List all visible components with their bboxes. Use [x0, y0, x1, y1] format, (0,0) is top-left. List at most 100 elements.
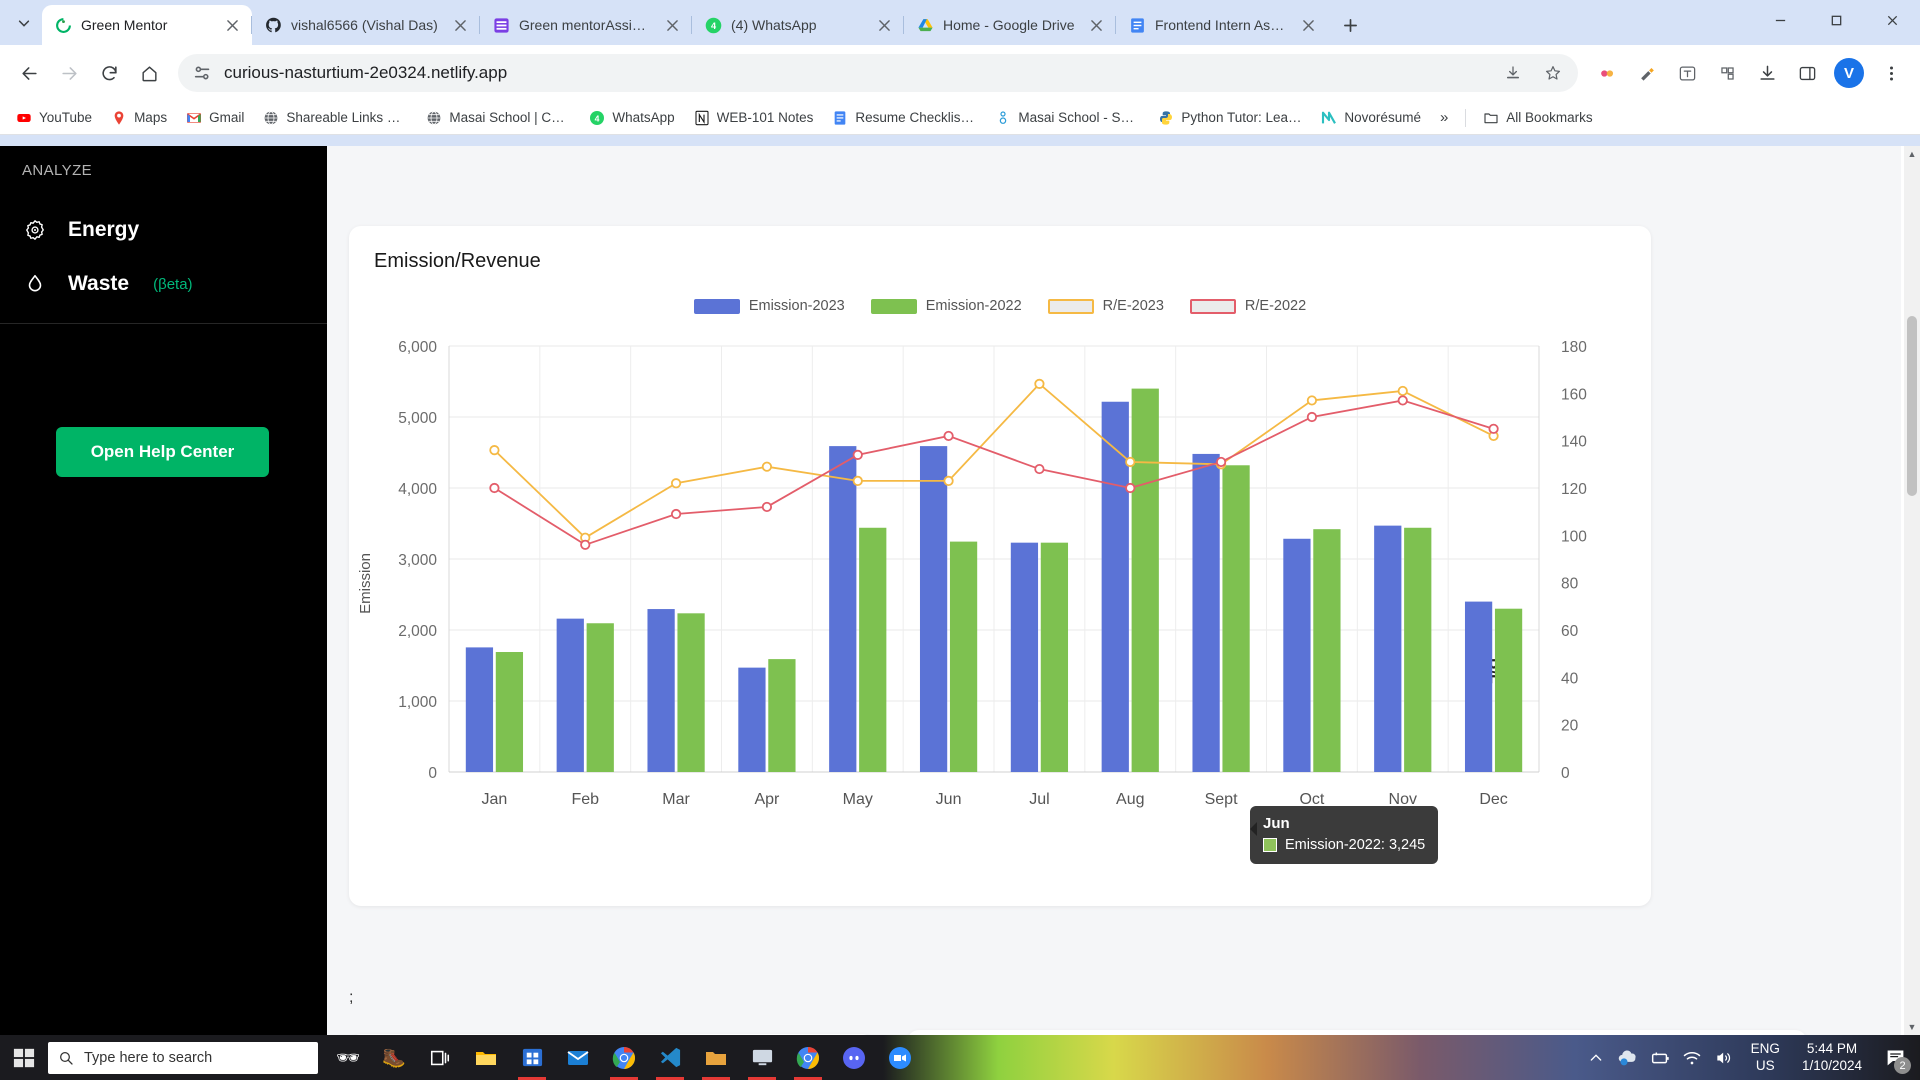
home-button[interactable] [130, 54, 168, 92]
profile-avatar[interactable]: V [1834, 58, 1864, 88]
install-app-icon[interactable] [1498, 58, 1528, 88]
taskbar-search-input[interactable]: Type here to search [48, 1042, 318, 1074]
tab-github[interactable]: vishal6566 (Vishal Das) [252, 5, 480, 45]
all-bookmarks-button[interactable]: All Bookmarks [1475, 106, 1600, 130]
taskbar-clock[interactable]: 5:44 PM 1/10/2024 [1796, 1041, 1868, 1075]
tab-search-dropdown[interactable] [6, 5, 42, 41]
bookmarks-overflow-button[interactable]: » [1432, 105, 1456, 130]
bookmark-shareable-links[interactable]: Shareable Links & I... [255, 106, 415, 130]
bookmark-youtube[interactable]: YouTube [8, 106, 100, 130]
taskbar-folder[interactable] [694, 1035, 738, 1080]
sidebar-item-energy[interactable]: Energy [0, 203, 327, 257]
reload-button[interactable] [90, 54, 128, 92]
text-tool-icon[interactable] [1668, 54, 1706, 92]
start-button[interactable] [0, 1035, 48, 1080]
open-help-center-button[interactable]: Open Help Center [56, 427, 269, 477]
back-button[interactable] [10, 54, 48, 92]
taskbar-language[interactable]: ENG US [1745, 1041, 1786, 1075]
bookmark-masai-school-spring[interactable]: Masai School - Spri... [987, 106, 1147, 130]
taskbar-zoom[interactable] [878, 1035, 922, 1080]
tab-close-icon[interactable] [874, 15, 894, 35]
svg-text:20: 20 [1561, 718, 1579, 735]
legend-item-emission-2022[interactable]: Emission-2022 [871, 298, 1022, 314]
legend-item-re-2022[interactable]: R/E-2022 [1190, 298, 1306, 314]
taskbar-emoji-boot[interactable]: 🥾 [372, 1035, 416, 1080]
tab-whatsapp[interactable]: 4 (4) WhatsApp [692, 5, 904, 45]
downloads-icon[interactable] [1748, 54, 1786, 92]
tooltip-swatch [1263, 838, 1277, 852]
scrollbar-thumb[interactable] [1907, 316, 1917, 496]
green-mentor-logo-icon [55, 17, 72, 34]
close-window-button[interactable] [1864, 0, 1920, 40]
notification-center-button[interactable]: 2 [1878, 1035, 1912, 1080]
bookmark-web101-notes[interactable]: WEB-101 Notes [686, 106, 822, 130]
tab-green-mentor[interactable]: Green Mentor [42, 5, 252, 45]
extensions-icon[interactable] [1708, 54, 1746, 92]
new-tab-button[interactable] [1334, 9, 1366, 41]
tray-expand-icon[interactable] [1585, 1047, 1607, 1069]
wifi-icon[interactable] [1681, 1047, 1703, 1069]
highlighter-icon[interactable] [1628, 54, 1666, 92]
maximize-button[interactable] [1808, 0, 1864, 40]
forward-button[interactable] [50, 54, 88, 92]
bookmark-python-tutor[interactable]: Python Tutor: Learn... [1150, 106, 1310, 130]
svg-text:Aug: Aug [1116, 791, 1144, 808]
bookmark-label: Masai School - Spri... [1018, 110, 1139, 125]
minimize-button[interactable] [1752, 0, 1808, 40]
bookmark-label: WEB-101 Notes [717, 110, 814, 125]
bookmark-whatsapp[interactable]: 4 WhatsApp [581, 106, 682, 130]
tab-close-icon[interactable] [222, 15, 242, 35]
scroll-down-arrow[interactable]: ▼ [1904, 1019, 1920, 1035]
taskbar-emoji-sunglasses[interactable]: 🕶 [326, 1035, 370, 1080]
taskbar-microsoft-store[interactable] [510, 1035, 554, 1080]
all-bookmarks-label: All Bookmarks [1506, 110, 1592, 125]
page-scrollbar[interactable]: ▲ ▼ [1904, 146, 1920, 1035]
bookmark-label: Maps [134, 110, 167, 125]
taskbar-vscode[interactable] [648, 1035, 692, 1080]
chart-legend: Emission-2023 Emission-2022 R/E-2023 R/E… [349, 298, 1651, 314]
system-tray: ENG US 5:44 PM 1/10/2024 2 [1585, 1035, 1920, 1080]
chrome-icon-2 [795, 1045, 821, 1071]
taskbar-task-view[interactable] [418, 1035, 462, 1080]
tab-green-mentor-assignment[interactable]: Green mentorAssignment [480, 5, 692, 45]
masai-icon [995, 110, 1011, 126]
taskbar-chrome-2[interactable] [786, 1035, 830, 1080]
taskbar-file-explorer[interactable] [464, 1035, 508, 1080]
site-settings-icon[interactable] [192, 62, 214, 84]
chrome-menu-icon[interactable] [1872, 54, 1910, 92]
volume-icon[interactable] [1713, 1047, 1735, 1069]
tab-close-icon[interactable] [1298, 15, 1318, 35]
bookmark-masai-school-courses[interactable]: Masai School | Cour... [418, 106, 578, 130]
svg-text:4: 4 [595, 113, 600, 123]
svg-text:100: 100 [1561, 528, 1587, 545]
bookmark-novoresume[interactable]: Novorésumé [1313, 106, 1429, 130]
tab-close-icon[interactable] [450, 15, 470, 35]
clock-date: 1/10/2024 [1802, 1058, 1862, 1075]
taskbar-display[interactable] [740, 1035, 784, 1080]
tab-frontend-intern-assignment[interactable]: Frontend Intern Assignmen [1116, 5, 1328, 45]
chart-title: Emission/Revenue [349, 226, 1651, 273]
taskbar-discord[interactable] [832, 1035, 876, 1080]
taskbar-chrome[interactable] [602, 1035, 646, 1080]
bookmark-maps[interactable]: Maps [103, 106, 175, 130]
scroll-up-arrow[interactable]: ▲ [1904, 146, 1920, 162]
sidebar-item-waste[interactable]: Waste (βeta) [0, 257, 327, 311]
legend-item-re-2023[interactable]: R/E-2023 [1048, 298, 1164, 314]
bookmark-resume-checklist[interactable]: Resume Checklist -... [824, 106, 984, 130]
app-sidebar: ANALYZE Energy Waste (βeta) Open Help Ce… [0, 146, 327, 1035]
taskbar-mail[interactable] [556, 1035, 600, 1080]
bookmark-gmail[interactable]: Gmail [178, 106, 252, 130]
tab-close-icon[interactable] [662, 15, 682, 35]
address-bar[interactable]: curious-nasturtium-2e0324.netlify.app [178, 54, 1578, 92]
tab-close-icon[interactable] [1086, 15, 1106, 35]
bookmark-star-icon[interactable] [1538, 58, 1568, 88]
tab-label: Frontend Intern Assignmen [1155, 17, 1289, 33]
tab-google-drive[interactable]: Home - Google Drive [904, 5, 1116, 45]
legend-item-emission-2023[interactable]: Emission-2023 [694, 298, 845, 314]
battery-charging-icon[interactable] [1649, 1047, 1671, 1069]
onedrive-icon[interactable] [1617, 1047, 1639, 1069]
side-panel-icon[interactable] [1788, 54, 1826, 92]
tab-label: (4) WhatsApp [731, 17, 865, 33]
extension-pin-icon[interactable] [1588, 54, 1626, 92]
zoom-icon [887, 1045, 913, 1071]
